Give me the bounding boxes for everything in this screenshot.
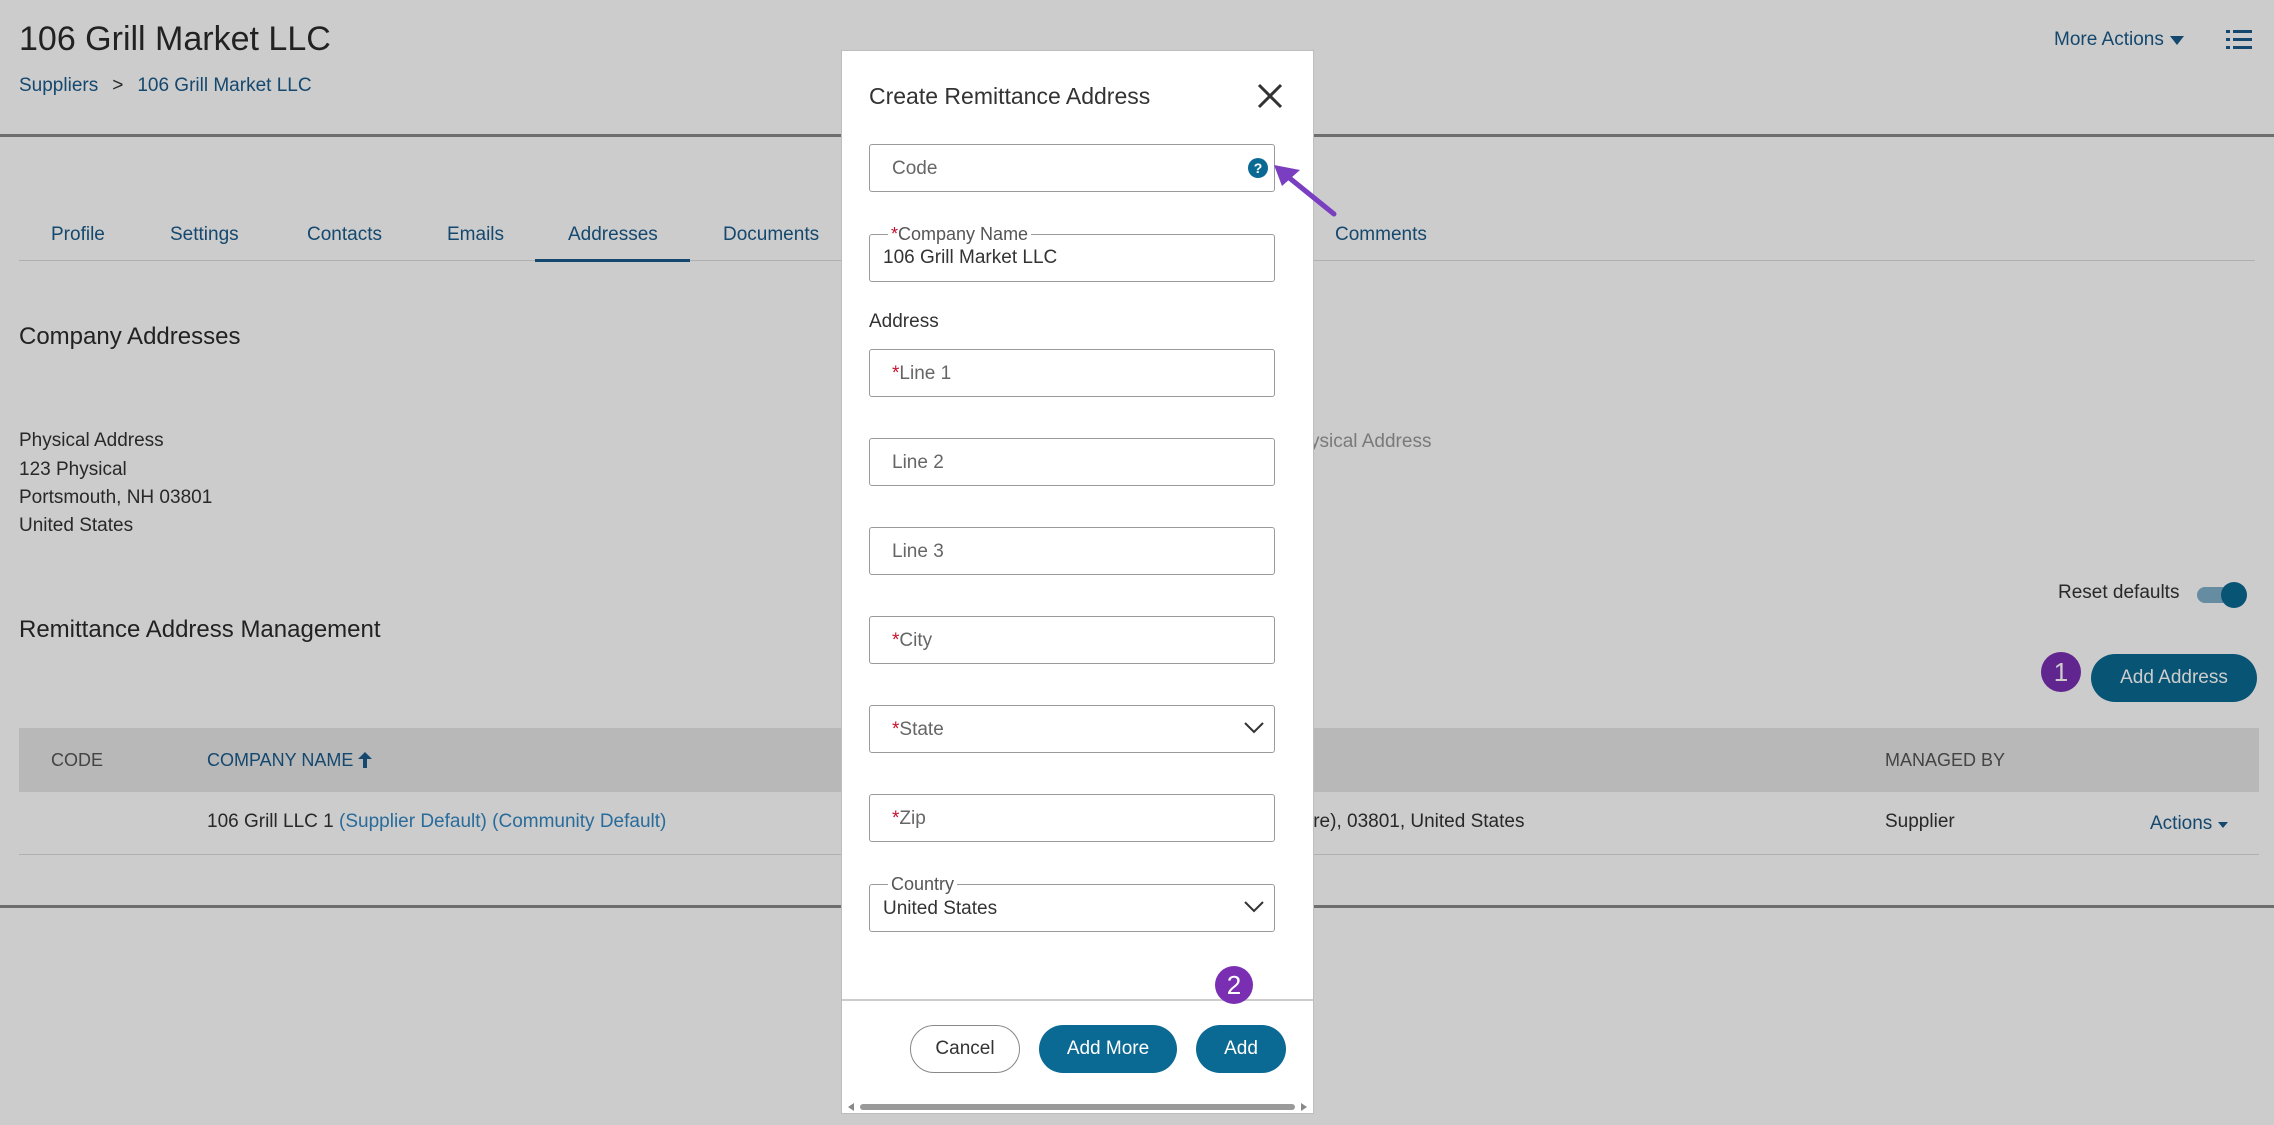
line1-input[interactable]: *Line 1 <box>869 349 1275 397</box>
company-name-value: 106 Grill Market LLC <box>883 247 1058 268</box>
state-select[interactable]: *State <box>869 705 1275 753</box>
help-icon[interactable]: ? <box>1248 158 1268 178</box>
step-badge-2: 2 <box>1215 966 1253 1004</box>
city-placeholder: *City <box>892 630 933 651</box>
line3-input[interactable]: Line 3 <box>869 527 1275 575</box>
zip-input[interactable]: *Zip <box>869 794 1275 842</box>
company-name-input[interactable]: *Company Name 106 Grill Market LLC <box>869 224 1275 282</box>
scroll-left-icon[interactable] <box>848 1103 854 1111</box>
add-button[interactable]: Add <box>1196 1025 1286 1073</box>
code-input[interactable]: Code ? <box>869 144 1275 192</box>
close-icon[interactable] <box>1255 81 1285 111</box>
create-remittance-address-dialog: Create Remittance Address Code ? *Compan… <box>841 50 1314 1114</box>
address-section-label: Address <box>869 311 939 332</box>
annotation-arrow-icon <box>1274 165 1337 217</box>
line1-placeholder: *Line 1 <box>892 363 952 384</box>
cancel-button[interactable]: Cancel <box>910 1025 1020 1073</box>
horizontal-scrollbar[interactable] <box>848 1101 1307 1113</box>
scroll-right-icon[interactable] <box>1301 1103 1307 1111</box>
line2-input[interactable]: Line 2 <box>869 438 1275 486</box>
add-more-button[interactable]: Add More <box>1039 1025 1177 1073</box>
country-value: United States <box>883 898 998 919</box>
state-placeholder: *State <box>892 719 944 740</box>
zip-placeholder: *Zip <box>892 808 926 829</box>
line2-placeholder: Line 2 <box>892 452 944 473</box>
chevron-down-icon <box>1244 722 1264 734</box>
chevron-down-icon <box>1244 901 1264 913</box>
line3-placeholder: Line 3 <box>892 541 944 562</box>
scrollbar-thumb[interactable] <box>860 1104 1295 1110</box>
dialog-title: Create Remittance Address <box>869 83 1151 109</box>
code-placeholder: Code <box>892 158 938 179</box>
company-name-label: *Company Name <box>888 224 1032 245</box>
country-label: Country <box>888 874 958 895</box>
city-input[interactable]: *City <box>869 616 1275 664</box>
country-select[interactable]: Country United States <box>869 874 1275 932</box>
